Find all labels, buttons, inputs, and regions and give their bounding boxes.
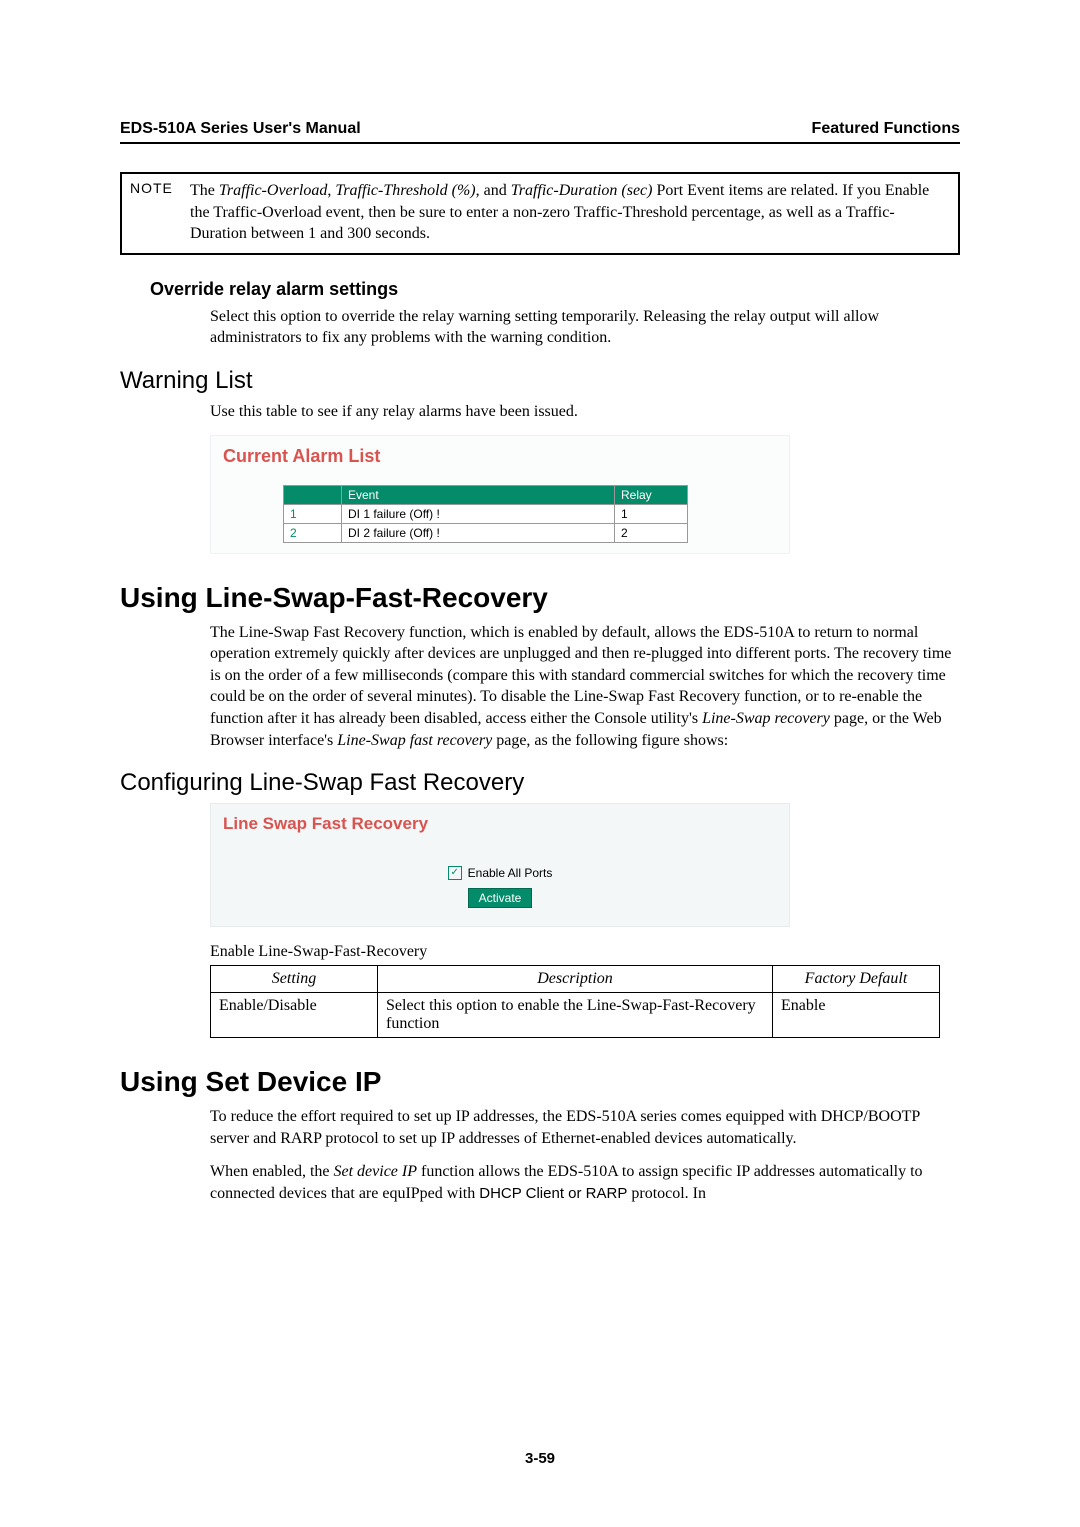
override-body: Select this option to override the relay…: [210, 306, 960, 349]
lsfr-heading: Using Line-Swap-Fast-Recovery: [120, 582, 960, 614]
page-header: EDS-510A Series User's Manual Featured F…: [120, 120, 960, 144]
note-body: The Traffic-Overload, Traffic-Threshold …: [190, 180, 950, 245]
override-heading: Override relay alarm settings: [150, 279, 960, 300]
page-number: 3-59: [0, 1450, 1080, 1467]
activate-button[interactable]: Activate: [468, 888, 533, 908]
warning-list-body: Use this table to see if any relay alarm…: [210, 401, 960, 423]
checkbox-icon[interactable]: ✓: [448, 866, 462, 880]
alarm-th-index: Index: [284, 485, 342, 504]
header-right: Featured Functions: [812, 120, 960, 138]
th-setting: Setting: [211, 966, 378, 993]
th-description: Description: [378, 966, 773, 993]
current-alarm-panel: Current Alarm List Index Event Relay 1 D…: [210, 435, 790, 554]
alarm-th-relay: Relay: [615, 485, 688, 504]
lsfr-table-caption: Enable Line-Swap-Fast-Recovery: [210, 943, 960, 961]
warning-list-heading: Warning List: [120, 367, 960, 395]
table-row: 2 DI 2 failure (Off) ! 2: [284, 523, 688, 542]
setdevip-p1: To reduce the effort required to set up …: [210, 1106, 960, 1149]
alarm-table: Index Event Relay 1 DI 1 failure (Off) !…: [283, 485, 688, 543]
lsfr-panel: Line Swap Fast Recovery ✓ Enable All Por…: [210, 803, 790, 927]
alarm-panel-title: Current Alarm List: [223, 446, 777, 467]
setdevip-heading: Using Set Device IP: [120, 1066, 960, 1098]
alarm-th-event: Event: [342, 485, 615, 504]
header-left: EDS-510A Series User's Manual: [120, 120, 361, 138]
enable-all-ports-row[interactable]: ✓ Enable All Ports: [448, 866, 553, 880]
enable-all-ports-label: Enable All Ports: [468, 866, 553, 880]
note-box: NOTE The Traffic-Overload, Traffic-Thres…: [120, 172, 960, 255]
th-default: Factory Default: [773, 966, 940, 993]
setting-table-header-row: Setting Description Factory Default: [211, 966, 940, 993]
lsfr-body: The Line-Swap Fast Recovery function, wh…: [210, 622, 960, 752]
setdevip-p2: When enabled, the Set device IP function…: [210, 1161, 960, 1204]
note-label: NOTE: [130, 180, 190, 245]
table-row: Enable/Disable Select this option to ena…: [211, 993, 940, 1038]
alarm-table-header-row: Index Event Relay: [284, 485, 688, 504]
table-row: 1 DI 1 failure (Off) ! 1: [284, 504, 688, 523]
config-lsfr-heading: Configuring Line-Swap Fast Recovery: [120, 769, 960, 797]
lsfr-panel-title: Line Swap Fast Recovery: [223, 814, 777, 834]
lsfr-setting-table: Setting Description Factory Default Enab…: [210, 965, 940, 1038]
